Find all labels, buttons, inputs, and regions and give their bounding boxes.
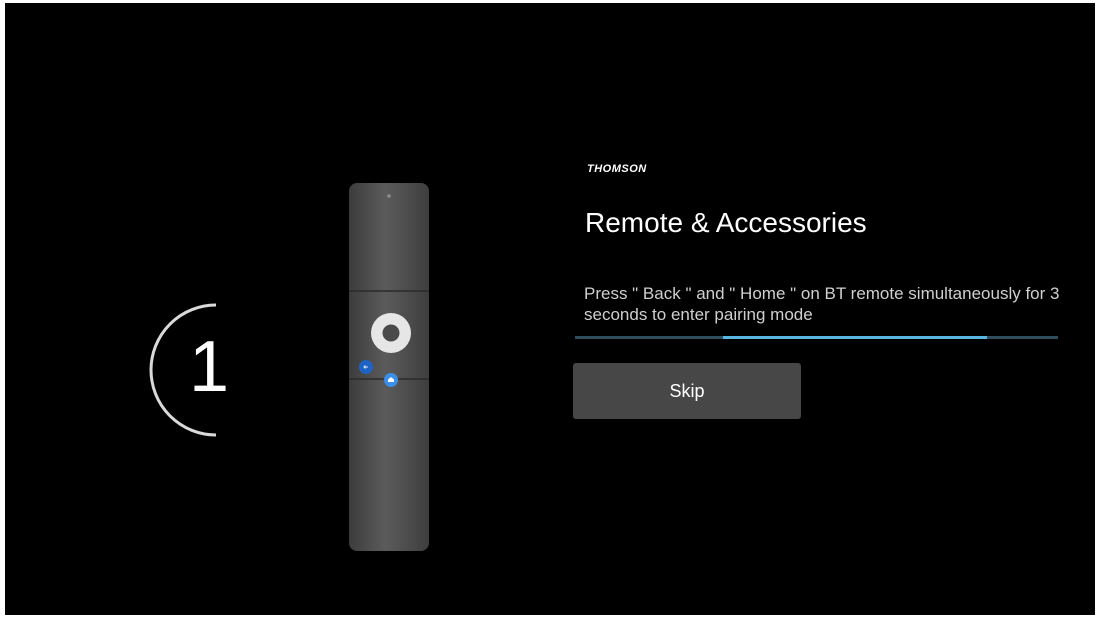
progress-bar-fill: [723, 336, 987, 339]
pairing-screen: 1 THOMSON Remote & Accessories Press " B…: [5, 3, 1095, 615]
progress-bar: [575, 336, 1058, 339]
remote-control-icon: [349, 183, 429, 551]
countdown-number: 1: [189, 327, 230, 407]
remote-control-illustration: [349, 183, 429, 551]
instruction-text: Press " Back " and " Home " on BT remote…: [584, 284, 1060, 324]
countdown-timer: 1: [140, 291, 290, 451]
brand-logo: THOMSON: [587, 163, 647, 175]
page-title: Remote & Accessories: [585, 207, 867, 238]
skip-button[interactable]: Skip: [573, 363, 801, 419]
